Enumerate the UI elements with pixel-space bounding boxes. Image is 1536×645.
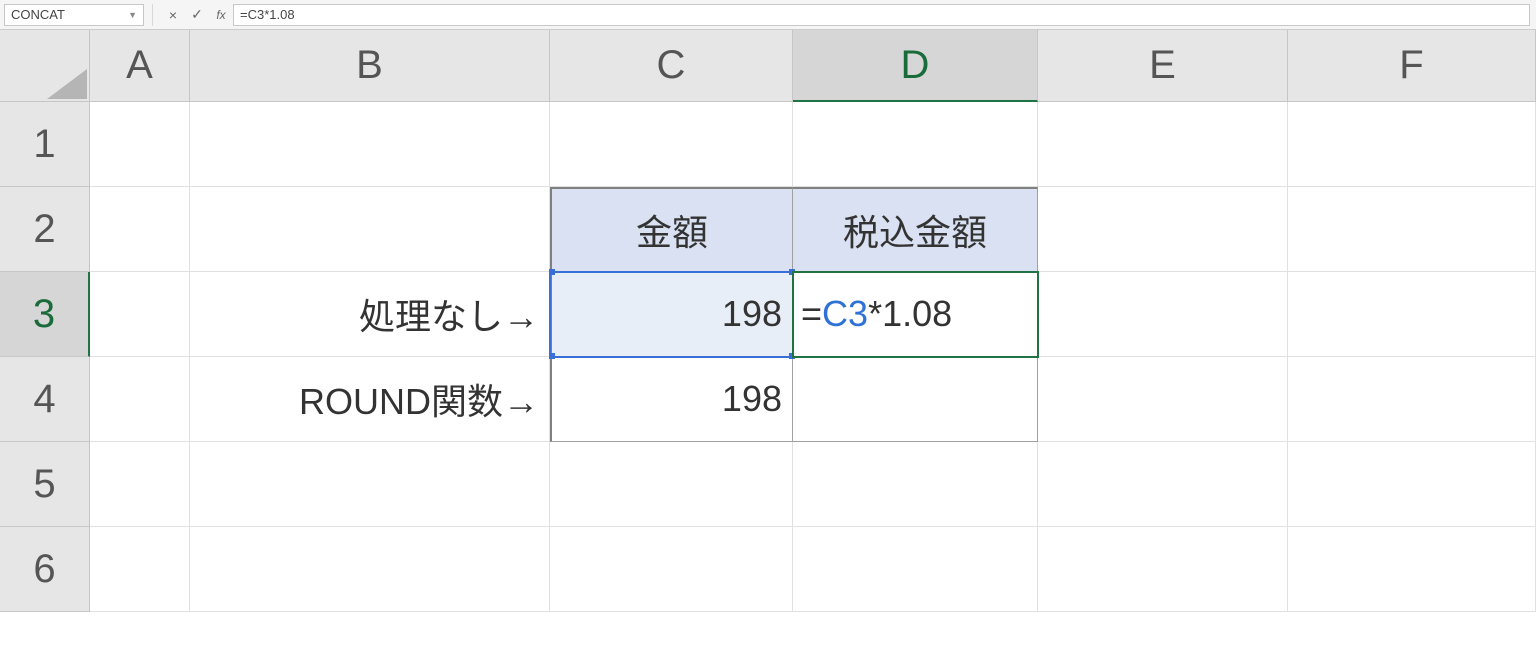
cell-c1[interactable] [550, 102, 793, 187]
cell-a4[interactable] [90, 357, 190, 442]
cell-d3-formula: =C3*1.08 [801, 293, 952, 335]
select-all-corner[interactable] [0, 30, 90, 102]
cell-c2[interactable]: 金額 [550, 187, 793, 272]
row-head-6[interactable]: 6 [0, 527, 90, 612]
separator [152, 4, 153, 26]
cell-f1[interactable] [1288, 102, 1536, 187]
cell-c3[interactable]: 198 [550, 272, 793, 357]
enter-icon[interactable]: ✓ [185, 6, 209, 23]
cell-d2[interactable]: 税込金額 [793, 187, 1038, 272]
formula-input[interactable]: =C3*1.08 [233, 4, 1530, 26]
name-box-value: CONCAT [11, 7, 65, 22]
col-head-a[interactable]: A [90, 30, 190, 102]
cell-e2[interactable] [1038, 187, 1288, 272]
row-head-2[interactable]: 2 [0, 187, 90, 272]
cell-d2-text: 税込金額 [843, 204, 987, 256]
cell-d3[interactable]: =C3*1.08 [793, 272, 1038, 357]
cell-b6[interactable] [190, 527, 550, 612]
cell-d4[interactable] [793, 357, 1038, 442]
cell-c4-text: 198 [722, 378, 782, 420]
cell-a6[interactable] [90, 527, 190, 612]
cell-b4[interactable]: ROUND関数→ [190, 357, 550, 442]
cell-e3[interactable] [1038, 272, 1288, 357]
formula-bar: CONCAT ▼ × ✓ fx =C3*1.08 [0, 0, 1536, 30]
name-box[interactable]: CONCAT ▼ [4, 4, 144, 26]
formula-input-text: =C3*1.08 [240, 7, 295, 22]
row-head-4[interactable]: 4 [0, 357, 90, 442]
cell-f6[interactable] [1288, 527, 1536, 612]
cell-a1[interactable] [90, 102, 190, 187]
cell-f5[interactable] [1288, 442, 1536, 527]
cell-b2[interactable] [190, 187, 550, 272]
cell-e6[interactable] [1038, 527, 1288, 612]
cell-f2[interactable] [1288, 187, 1536, 272]
row-head-5[interactable]: 5 [0, 442, 90, 527]
dropdown-icon[interactable]: ▼ [128, 10, 137, 20]
cell-b4-text: ROUND関数→ [299, 373, 539, 425]
col-head-e[interactable]: E [1038, 30, 1288, 102]
cell-b3[interactable]: 処理なし→ [190, 272, 550, 357]
cell-f3[interactable] [1288, 272, 1536, 357]
col-head-b[interactable]: B [190, 30, 550, 102]
row-head-1[interactable]: 1 [0, 102, 90, 187]
col-head-f[interactable]: F [1288, 30, 1536, 102]
cell-a5[interactable] [90, 442, 190, 527]
fx-icon[interactable]: fx [209, 8, 233, 22]
cell-e5[interactable] [1038, 442, 1288, 527]
cell-d6[interactable] [793, 527, 1038, 612]
col-head-c[interactable]: C [550, 30, 793, 102]
cell-c5[interactable] [550, 442, 793, 527]
spreadsheet-grid: A B C D E F 1 2 金額 税込金額 3 処理なし→ 198 =C3*… [0, 30, 1536, 612]
cell-c3-text: 198 [722, 293, 782, 335]
ref-handle-icon [549, 353, 555, 359]
cell-c2-text: 金額 [636, 204, 708, 256]
cell-a2[interactable] [90, 187, 190, 272]
cell-d5[interactable] [793, 442, 1038, 527]
col-head-d[interactable]: D [793, 30, 1038, 102]
cell-e4[interactable] [1038, 357, 1288, 442]
cell-b5[interactable] [190, 442, 550, 527]
cell-d1[interactable] [793, 102, 1038, 187]
cancel-icon[interactable]: × [161, 7, 185, 23]
cell-c6[interactable] [550, 527, 793, 612]
row-head-3[interactable]: 3 [0, 272, 90, 357]
cell-c4[interactable]: 198 [550, 357, 793, 442]
cell-f4[interactable] [1288, 357, 1536, 442]
cell-b1[interactable] [190, 102, 550, 187]
cell-a3[interactable] [90, 272, 190, 357]
cell-e1[interactable] [1038, 102, 1288, 187]
cell-b3-text: 処理なし→ [359, 288, 539, 340]
